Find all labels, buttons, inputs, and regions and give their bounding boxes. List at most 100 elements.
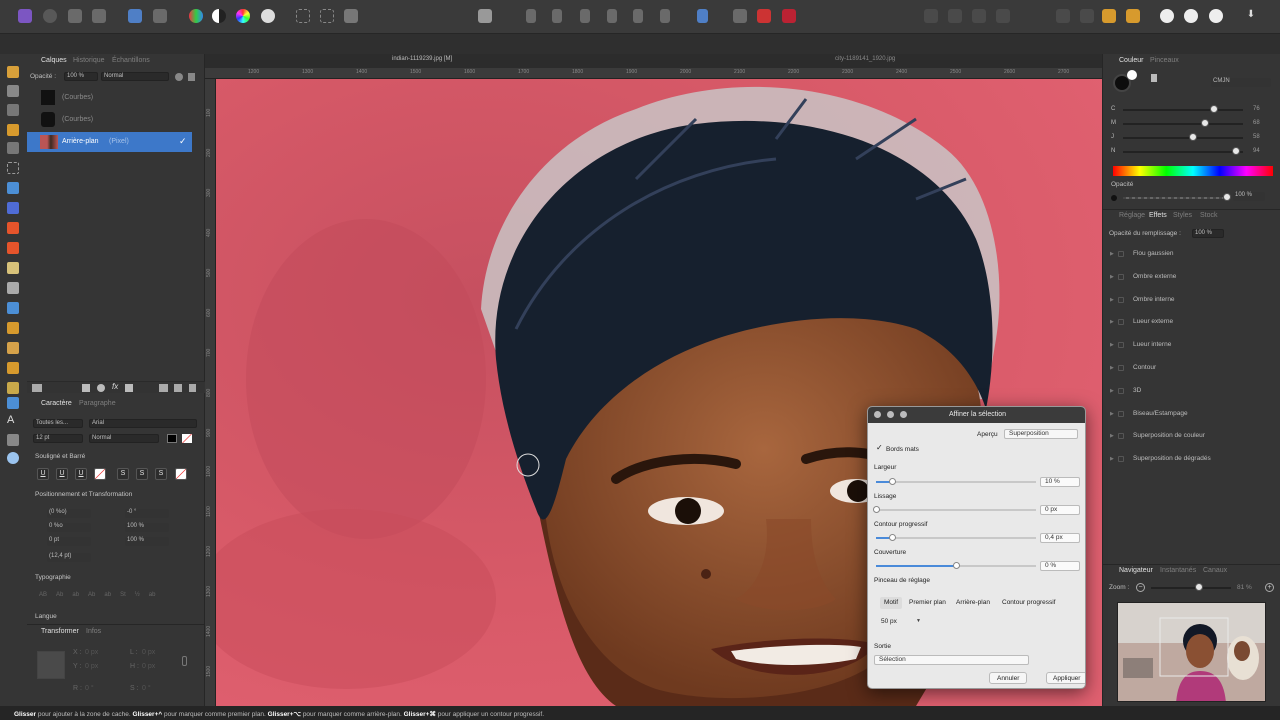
effect-checkbox[interactable] <box>1118 365 1124 371</box>
navigator-thumbnail[interactable] <box>1117 602 1266 702</box>
tab-brushes[interactable]: Pinceaux <box>1150 57 1179 64</box>
channel-value[interactable]: 76 <box>1253 106 1260 112</box>
smudge-tool-icon[interactable] <box>7 342 19 354</box>
smooth-field[interactable]: 0 px <box>1040 505 1080 515</box>
tab-navigator[interactable]: Navigateur <box>1119 567 1153 574</box>
effect-checkbox[interactable] <box>1118 319 1124 326</box>
tab-paragraph[interactable]: Paragraphe <box>79 400 116 407</box>
effect-item[interactable]: Contour <box>1110 364 1156 371</box>
tab-adjustments[interactable]: Réglage <box>1119 212 1145 219</box>
zoom-out-icon[interactable]: − <box>1136 583 1145 592</box>
flip-v-icon[interactable] <box>1080 9 1094 23</box>
auto-colors-icon[interactable] <box>236 9 250 23</box>
color-replace-icon[interactable] <box>7 242 19 254</box>
underline-thick-button[interactable]: U <box>75 468 87 480</box>
effect-item[interactable]: Lueur interne <box>1110 341 1171 349</box>
pen-tool-icon[interactable] <box>7 362 19 374</box>
ramp-field[interactable]: 0 % <box>1040 561 1080 571</box>
font-style-select[interactable]: Normal <box>89 434 159 443</box>
dodge-tool-icon[interactable] <box>7 282 19 294</box>
typo-small-caps[interactable]: Ab <box>56 592 63 602</box>
live-filter-icon[interactable] <box>125 384 133 392</box>
zoom-slider[interactable] <box>1151 587 1231 589</box>
effect-checkbox[interactable] <box>1118 456 1124 463</box>
effect-item[interactable]: Flou gaussien <box>1110 250 1173 257</box>
eyedropper-icon[interactable] <box>7 434 19 446</box>
lock-icon[interactable] <box>188 73 195 81</box>
feather-field[interactable]: 0,4 px <box>1040 533 1080 543</box>
smooth-slider[interactable] <box>876 509 1036 511</box>
preview-select[interactable]: Superposition <box>1004 429 1078 439</box>
more-icon[interactable]: ⬇ <box>1244 9 1258 23</box>
effect-checkbox[interactable] <box>1118 410 1124 417</box>
typo-fraction[interactable]: ½ <box>135 592 140 602</box>
border-field[interactable]: 10 % <box>1040 477 1080 487</box>
align-top-icon[interactable] <box>607 9 617 23</box>
secondary-color-swatch[interactable] <box>1127 70 1137 80</box>
border-knob[interactable] <box>889 478 896 485</box>
channel-value[interactable]: 94 <box>1253 148 1260 154</box>
tab-channels[interactable]: Canaux <box>1203 567 1227 574</box>
channel-slider[interactable] <box>1123 137 1243 139</box>
zoom-knob[interactable] <box>1195 583 1203 591</box>
tab-styles[interactable]: Styles <box>1173 212 1192 219</box>
channel-value[interactable]: 68 <box>1253 120 1260 126</box>
layer-row[interactable]: (Courbes) <box>27 87 205 108</box>
tab-snapshots[interactable]: Instantanés <box>1160 567 1196 574</box>
text-bg-swatch[interactable] <box>182 434 192 443</box>
s-field[interactable]: 0 ° <box>142 685 151 692</box>
distribute-icon[interactable] <box>697 9 708 23</box>
flood-select-icon[interactable] <box>7 142 19 154</box>
color-spectrum[interactable] <box>1113 166 1273 176</box>
order-back-icon[interactable] <box>924 9 938 23</box>
effect-checkbox[interactable] <box>1118 251 1124 257</box>
marquee-icon[interactable] <box>296 9 310 23</box>
baseline-field[interactable]: 0 pt <box>47 537 91 546</box>
paint-brush-icon[interactable] <box>7 222 19 234</box>
tab-stock[interactable]: Stock <box>1200 212 1218 219</box>
snapping-icon[interactable] <box>733 9 747 23</box>
persona-tone-mapping-icon[interactable] <box>92 9 106 23</box>
brush-size-field[interactable]: 50 px <box>881 618 897 625</box>
fx-icon[interactable]: fx <box>112 382 118 391</box>
align-left-icon[interactable] <box>526 9 536 23</box>
effect-checkbox[interactable] <box>1118 387 1124 394</box>
typo-super[interactable]: ab <box>104 592 111 602</box>
underline-color-swatch[interactable] <box>94 468 106 480</box>
font-collection-select[interactable]: Toutes les... <box>33 419 83 428</box>
clone-tool-icon[interactable] <box>7 302 19 314</box>
persona-liquify-icon[interactable] <box>43 9 57 23</box>
chevron-down-icon[interactable]: ▼ <box>916 618 921 624</box>
zoom-value[interactable]: 81 % <box>1237 584 1252 591</box>
layer-visible-checkbox[interactable]: ✓ <box>179 136 189 146</box>
color-mode-select[interactable]: CMJN <box>1211 78 1271 87</box>
strike-single-button[interactable]: S <box>117 468 129 480</box>
strike-thick-button[interactable]: S <box>155 468 167 480</box>
tab-transform[interactable]: Transformer <box>41 628 79 635</box>
matte-edges-checkbox[interactable]: ✓ <box>876 444 884 452</box>
color-opacity-field[interactable]: 100 % <box>1233 192 1265 201</box>
move-tool-icon[interactable] <box>7 85 19 97</box>
output-select[interactable]: Sélection <box>874 655 1029 665</box>
mask-mode-icon[interactable] <box>1184 9 1198 23</box>
document-tab[interactable]: city-1189141_1920.jpg <box>835 56 895 62</box>
effect-item[interactable]: Superposition de couleur <box>1110 432 1205 440</box>
text-color-swatch[interactable] <box>167 434 177 443</box>
layers-stack-icon[interactable] <box>32 384 42 392</box>
w-field[interactable]: 0 px <box>142 649 155 656</box>
effect-checkbox[interactable] <box>1118 273 1124 280</box>
tab-effects[interactable]: Effets <box>1149 212 1167 219</box>
underline-section-title[interactable]: Souligné et Barré <box>35 453 85 460</box>
h-field[interactable]: 0 px <box>142 663 155 670</box>
typography-section-title[interactable]: Typographie <box>35 574 71 581</box>
apply-button[interactable]: Appliquer <box>1046 672 1085 684</box>
zoom-in-icon[interactable]: + <box>1265 583 1274 592</box>
brush-mode-matte[interactable]: Motif <box>880 597 903 609</box>
channel-slider[interactable] <box>1123 151 1243 153</box>
magnet-icon[interactable] <box>782 9 796 23</box>
channel-slider[interactable] <box>1123 123 1243 125</box>
language-section-title[interactable]: Langue <box>35 613 57 620</box>
align-center-icon[interactable] <box>552 9 562 23</box>
layer-row-selected[interactable]: Arrière-plan (Pixel) ✓ <box>27 132 192 152</box>
trash-icon[interactable] <box>189 384 196 392</box>
